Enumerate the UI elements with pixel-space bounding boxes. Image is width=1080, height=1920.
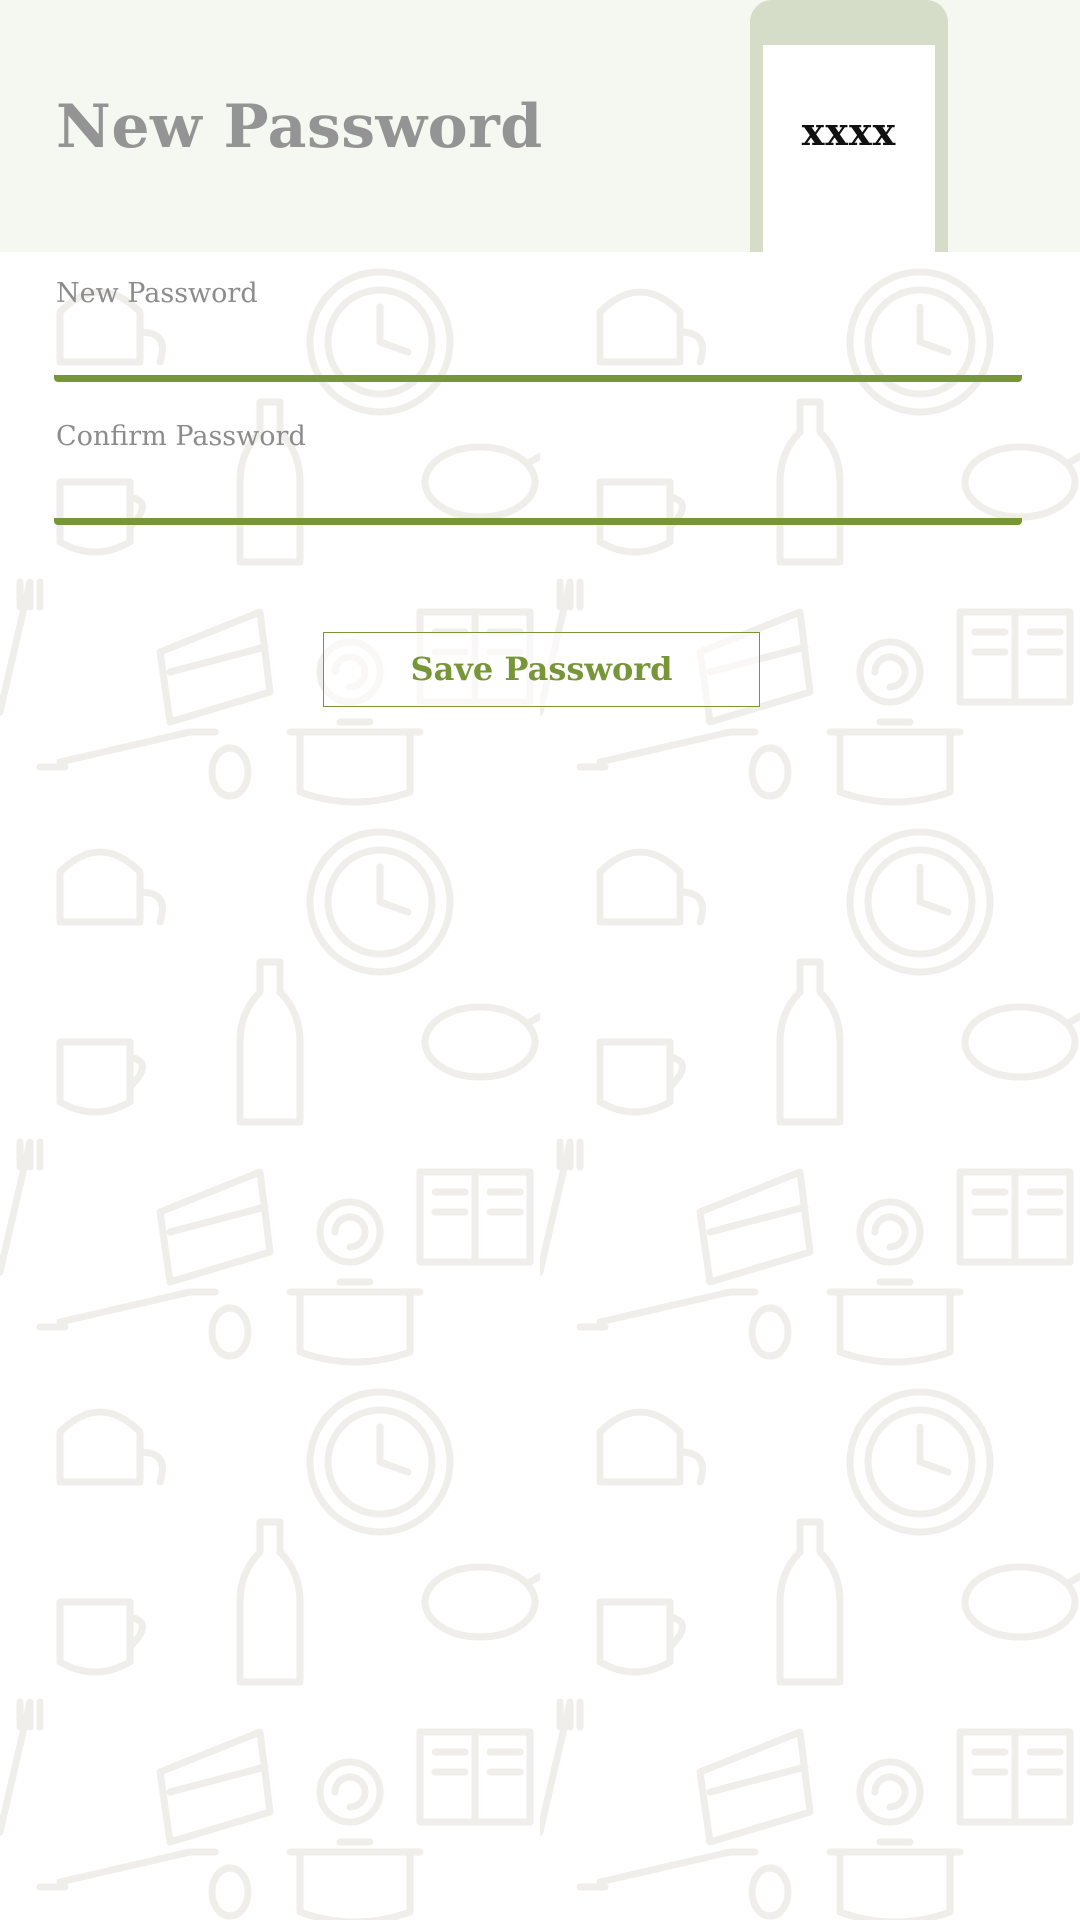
verification-code-placeholder: xxxx bbox=[801, 109, 897, 154]
new-password-screen: New Password xxxx New Password Confirm P… bbox=[0, 0, 1080, 1920]
confirm-password-input[interactable] bbox=[54, 455, 1022, 525]
new-password-label: New Password bbox=[56, 278, 258, 309]
save-password-button[interactable]: Save Password bbox=[323, 632, 760, 707]
page-title: New Password bbox=[56, 92, 543, 162]
header: New Password xxxx bbox=[0, 0, 1080, 252]
phone-icon: xxxx bbox=[750, 0, 948, 252]
phone-screen: xxxx bbox=[763, 45, 935, 252]
confirm-password-label: Confirm Password bbox=[56, 421, 306, 452]
new-password-input[interactable] bbox=[54, 312, 1022, 382]
